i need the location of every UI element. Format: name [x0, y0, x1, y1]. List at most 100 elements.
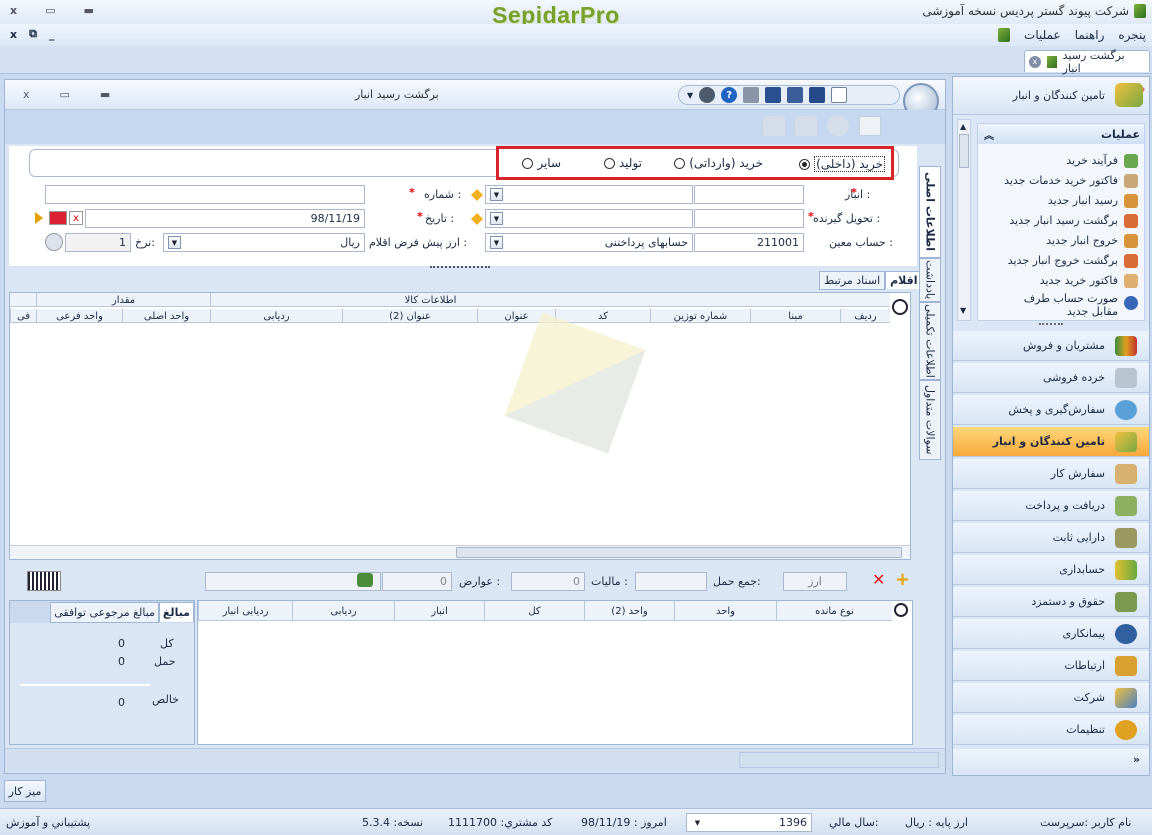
receiver-code-input[interactable] — [694, 209, 804, 228]
balance-search-icon[interactable] — [894, 603, 908, 617]
module-work-order[interactable]: سفارش کار — [953, 459, 1149, 489]
items-scroll-thumb[interactable] — [456, 547, 902, 558]
module-suppliers-warehouse[interactable]: تامین کنندگان و انبار — [953, 427, 1149, 457]
col-basis[interactable]: مبنا — [750, 309, 840, 323]
tab-related-docs[interactable]: اسناد مرتبط — [819, 270, 886, 290]
radio-other[interactable]: سایر — [522, 156, 561, 170]
mdi-restore-icon[interactable]: ⧉ — [29, 27, 37, 41]
tab-items[interactable]: اقلام — [885, 271, 923, 289]
op-new-warehouse-exit[interactable]: خروج انبار جدید — [1046, 234, 1118, 247]
nav-splitter[interactable] — [1039, 323, 1063, 327]
radio-import-purchase-dot[interactable] — [674, 157, 686, 169]
currency-button[interactable]: ارز — [783, 572, 847, 591]
tab-agreed-return-amounts[interactable]: مبالغ مرجوعی توافقی — [50, 601, 159, 623]
restore-app-icon[interactable]: ▭ — [45, 4, 55, 17]
col-code[interactable]: کد — [555, 309, 650, 323]
currency-dropdown-icon[interactable]: ▼ — [168, 236, 181, 249]
account-name-input[interactable]: ▼ حسابهای پرداختنی — [485, 233, 693, 252]
op-purchase-process[interactable]: فرآیند خرید — [1066, 154, 1118, 167]
receiver-dropdown-icon[interactable]: ▼ — [490, 212, 503, 225]
tab-main-info[interactable]: اطلاعات اصلی — [919, 166, 941, 258]
date-input[interactable]: 98/11/19 — [85, 209, 365, 228]
fiscal-year-dropdown-icon[interactable]: ▼ — [691, 816, 704, 829]
module-fixed-assets[interactable]: دارایی ثابت — [953, 523, 1149, 553]
scroll-down-icon[interactable]: ▼ — [960, 306, 966, 315]
col-balance-type[interactable]: نوع مانده — [776, 601, 892, 621]
nav-expand-icon[interactable]: » — [1133, 753, 1140, 766]
menu-item-help[interactable]: راهنما — [1075, 28, 1105, 42]
menu-item-window[interactable]: پنجره — [1118, 28, 1146, 42]
date-nav-arrow-icon[interactable] — [35, 212, 43, 224]
freight-input[interactable] — [635, 572, 707, 591]
col-balance-tracking[interactable]: ردیابی — [292, 601, 394, 621]
op-new-purchase-invoice[interactable]: فاکتور خرید جدید — [1040, 274, 1118, 287]
radio-import-purchase[interactable]: خرید (وارداتی) — [674, 156, 763, 170]
col-tracking[interactable]: ردیابی — [210, 309, 342, 323]
module-contracting[interactable]: پیمانکاری — [953, 619, 1149, 649]
warehouse-dropdown-icon[interactable]: ▼ — [490, 188, 503, 201]
radio-other-dot[interactable] — [522, 157, 534, 169]
radio-internal-purchase-dot[interactable] — [799, 158, 811, 170]
duties-input[interactable]: 0 — [382, 572, 452, 591]
tab-amounts[interactable]: مبالغ — [158, 602, 194, 622]
col-unit[interactable]: واحد — [674, 601, 776, 621]
calculator-icon[interactable] — [699, 87, 716, 103]
add-row-icon[interactable]: + — [895, 571, 910, 589]
module-retail[interactable]: خرده فروشی — [953, 363, 1149, 393]
module-communications[interactable]: ارتباطات — [953, 651, 1149, 681]
barcode-icon[interactable] — [27, 571, 61, 591]
tab-notes[interactable]: یادداشت — [919, 258, 941, 302]
delete-row-icon[interactable]: ✕ — [872, 572, 885, 588]
copy-icon[interactable] — [859, 116, 881, 136]
window-restore-icon[interactable]: ▭ — [60, 88, 70, 101]
radio-internal-purchase[interactable]: خرید (داخلی) — [799, 156, 885, 172]
calendar-icon[interactable] — [49, 211, 67, 225]
tax-input[interactable]: 0 — [511, 572, 585, 591]
module-accounting[interactable]: حسابداری — [953, 555, 1149, 585]
module-settings[interactable]: تنظیمات — [953, 715, 1149, 745]
scroll-up-icon[interactable]: ▲ — [960, 122, 966, 131]
window-close-icon[interactable]: x — [23, 88, 30, 101]
col-row[interactable]: ردیف — [840, 309, 890, 323]
help-icon[interactable]: ? — [721, 87, 738, 103]
account-code-input[interactable]: 211001 — [694, 233, 804, 252]
currency-select[interactable]: ▼ ریال — [163, 233, 365, 252]
mdi-close-icon[interactable]: x — [10, 28, 17, 41]
mdi-minimize-icon[interactable]: _ — [49, 28, 55, 41]
col-warehouse[interactable]: انبار — [394, 601, 484, 621]
form-splitter-grip[interactable] — [430, 266, 490, 270]
fiscal-year-select[interactable]: ▼ 1396 — [686, 813, 812, 832]
module-order-distribution[interactable]: سفارش‌گیری و پخش — [953, 395, 1149, 425]
col-total[interactable]: کل — [484, 601, 584, 621]
warehouse-name-input[interactable]: ▼ — [485, 185, 693, 204]
op-new-warehouse-receipt[interactable]: رسید انبار جدید — [1048, 194, 1118, 207]
save-icon[interactable] — [765, 87, 782, 103]
op-new-receipt-return[interactable]: برگشت رسید انبار جدید — [1009, 214, 1118, 227]
module-company[interactable]: شرکت — [953, 683, 1149, 713]
items-horizontal-scrollbar[interactable] — [10, 545, 910, 559]
window-minimize-icon[interactable]: ▬ — [100, 88, 110, 101]
col-unit-price[interactable]: فی — [10, 309, 36, 323]
col-unit2[interactable]: واحد (2) — [584, 601, 674, 621]
next-icon[interactable] — [795, 116, 817, 136]
ops-scroll-thumb[interactable] — [959, 134, 969, 168]
op-new-service-invoice[interactable]: فاکتور خرید خدمات جدید — [1004, 174, 1118, 187]
number-input[interactable] — [45, 185, 365, 204]
desktop-button[interactable]: میز کار — [4, 780, 46, 802]
col-title2[interactable]: عنوان (2) — [342, 309, 477, 323]
module-customers-sales[interactable]: مشتریان و فروش — [953, 331, 1149, 361]
tab-close-icon[interactable]: x — [1028, 55, 1041, 68]
op-new-counterparty-statement[interactable]: صورت حساب طرف مقابل جدید — [998, 292, 1118, 318]
prev-icon[interactable] — [763, 116, 785, 136]
menu-item-operations[interactable]: عملیات — [1024, 28, 1061, 42]
save-close-icon[interactable] — [809, 87, 826, 103]
toolbar-dropdown-icon[interactable]: ▼ — [687, 91, 693, 100]
col-warehouse-tracking[interactable]: ردیابی انبار — [198, 601, 292, 621]
print-icon[interactable] — [743, 87, 760, 103]
items-search-icon[interactable] — [892, 299, 908, 315]
rate-refresh-icon[interactable] — [45, 233, 63, 251]
close-app-icon[interactable]: x — [10, 4, 17, 17]
op-new-exit-return[interactable]: برگشت خروج انبار جدید — [1008, 254, 1118, 267]
receiver-name-input[interactable]: ▼ — [485, 209, 693, 228]
collapse-operations-icon[interactable]: ︽ — [984, 127, 994, 142]
